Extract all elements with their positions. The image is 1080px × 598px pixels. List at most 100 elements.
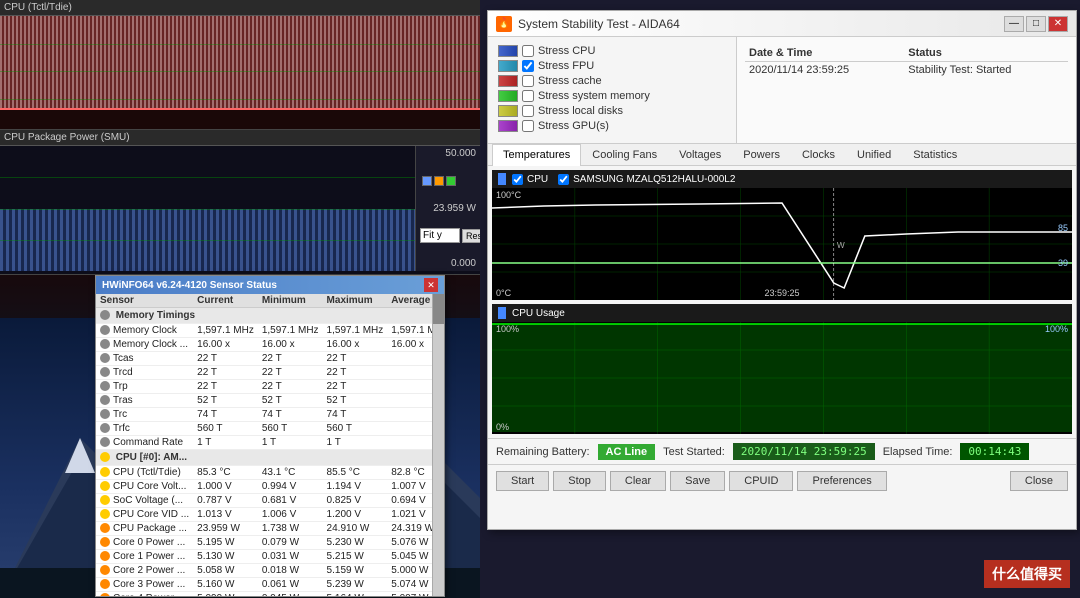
sensor-icon bbox=[100, 551, 110, 561]
tab-powers[interactable]: Powers bbox=[732, 144, 791, 165]
stress-cache-row[interactable]: Stress cache bbox=[498, 75, 726, 87]
cpuid-button[interactable]: CPUID bbox=[729, 471, 793, 491]
chart2-grid-svg bbox=[492, 322, 1072, 434]
sensor-min: 0.061 W bbox=[258, 578, 323, 592]
stop-button[interactable]: Stop bbox=[553, 471, 606, 491]
hwinfo-panel: HWiNFO64 v6.24-4120 Sensor Status ✕ Sens… bbox=[95, 275, 445, 597]
cpu-chart-checkbox[interactable] bbox=[512, 174, 523, 185]
close-window-button[interactable]: ✕ bbox=[1048, 16, 1068, 32]
samsung-chart-checkbox[interactable] bbox=[558, 174, 569, 185]
sensor-current: 16.00 x bbox=[193, 338, 258, 352]
sensor-max: 74 T bbox=[323, 408, 388, 422]
scroll-indicator[interactable] bbox=[432, 294, 444, 596]
stress-gpu-checkbox[interactable] bbox=[522, 120, 534, 132]
sensor-icon bbox=[100, 481, 110, 491]
sensor-min: 43.1 °C bbox=[258, 466, 323, 480]
cpu-section-header: CPU [#0]: AM... bbox=[96, 450, 444, 466]
stress-fpu-checkbox[interactable] bbox=[522, 60, 534, 72]
sensor-max: 16.00 x bbox=[323, 338, 388, 352]
sensor-min: 0.031 W bbox=[258, 550, 323, 564]
col-minimum: Minimum bbox=[258, 294, 323, 308]
tab-cooling-fans[interactable]: Cooling Fans bbox=[581, 144, 668, 165]
chart1-timestamp: 23:59:25 bbox=[764, 288, 799, 298]
info-status: Stability Test: Started bbox=[904, 62, 1068, 79]
stress-memory-row[interactable]: Stress system memory bbox=[498, 90, 726, 102]
chart1-body: W 100°C 0°C 23:59:25 85 39 bbox=[492, 188, 1072, 300]
chart2-value-top: 100% bbox=[1045, 324, 1068, 334]
tab-statistics[interactable]: Statistics bbox=[902, 144, 968, 165]
chart1-samsung-checkbox[interactable]: SAMSUNG MZALQ512HALU-000L2 bbox=[558, 174, 735, 185]
sensor-icon bbox=[100, 423, 110, 433]
color-sq-green bbox=[446, 176, 456, 186]
save-button[interactable]: Save bbox=[670, 471, 725, 491]
stress-cache-checkbox[interactable] bbox=[522, 75, 534, 87]
start-button[interactable]: Start bbox=[496, 471, 549, 491]
table-row: Memory Clock 1,597.1 MHz 1,597.1 MHz 1,5… bbox=[96, 324, 444, 338]
sensor-icon bbox=[100, 467, 110, 477]
tab-voltages[interactable]: Voltages bbox=[668, 144, 732, 165]
chart1-cpu-checkbox[interactable]: CPU bbox=[512, 174, 548, 185]
close-button[interactable]: Close bbox=[1010, 471, 1068, 491]
grid-h1 bbox=[0, 44, 480, 45]
tab-bar[interactable]: Temperatures Cooling Fans Voltages Power… bbox=[488, 144, 1076, 166]
sensor-current: 5.195 W bbox=[193, 536, 258, 550]
battery-label: Remaining Battery: bbox=[496, 446, 590, 458]
window-controls[interactable]: — □ ✕ bbox=[1004, 16, 1068, 32]
reset-button[interactable]: Reset bbox=[462, 229, 480, 243]
sensor-icon bbox=[100, 353, 110, 363]
fit-y-input[interactable] bbox=[420, 228, 460, 243]
color-sq-orange bbox=[434, 176, 444, 186]
sensor-name: Trcd bbox=[96, 366, 193, 380]
hwinfo-table-scroll[interactable]: Sensor Current Minimum Maximum Average M… bbox=[96, 294, 444, 596]
sensor-name: Trp bbox=[96, 380, 193, 394]
cpu-label: CPU bbox=[527, 174, 548, 185]
sensor-max: 0.825 V bbox=[323, 494, 388, 508]
power-graph-main bbox=[0, 146, 415, 271]
maximize-button[interactable]: □ bbox=[1026, 16, 1046, 32]
tab-temperatures[interactable]: Temperatures bbox=[492, 144, 581, 166]
sensor-icon bbox=[100, 409, 110, 419]
table-row: Trc 74 T 74 T 74 T bbox=[96, 408, 444, 422]
power-graph-title: CPU Package Power (SMU) bbox=[0, 130, 480, 146]
stress-disks-checkbox[interactable] bbox=[522, 105, 534, 117]
action-buttons-bar[interactable]: Start Stop Clear Save CPUID Preferences … bbox=[488, 464, 1076, 497]
preferences-button[interactable]: Preferences bbox=[797, 471, 886, 491]
stress-gpu-row[interactable]: Stress GPU(s) bbox=[498, 120, 726, 132]
stress-disks-label: Stress local disks bbox=[538, 105, 623, 117]
hwinfo-titlebar: HWiNFO64 v6.24-4120 Sensor Status ✕ bbox=[96, 276, 444, 294]
sensor-name: CPU Package ... bbox=[96, 522, 193, 536]
cpu-section-label: CPU [#0]: AM... bbox=[116, 452, 187, 463]
table-row: Core 0 Power ... 5.195 W 0.079 W 5.230 W… bbox=[96, 536, 444, 550]
power-input-row[interactable]: Reset bbox=[420, 228, 476, 243]
scroll-thumb[interactable] bbox=[433, 294, 444, 324]
hwinfo-close-button[interactable]: ✕ bbox=[424, 278, 438, 292]
aida64-window: 🔥 System Stability Test - AIDA64 — □ ✕ S… bbox=[487, 10, 1077, 530]
table-row: CPU Core Volt... 1.000 V 0.994 V 1.194 V… bbox=[96, 480, 444, 494]
tab-clocks[interactable]: Clocks bbox=[791, 144, 846, 165]
stress-cpu-row[interactable]: Stress CPU bbox=[498, 45, 726, 57]
stress-fpu-row[interactable]: Stress FPU bbox=[498, 60, 726, 72]
clear-button[interactable]: Clear bbox=[610, 471, 666, 491]
sensor-name: Tras bbox=[96, 394, 193, 408]
stress-cache-label: Stress cache bbox=[538, 75, 602, 87]
grid-h2 bbox=[0, 71, 480, 72]
stress-disks-row[interactable]: Stress local disks bbox=[498, 105, 726, 117]
elapsed-value: 00:14:43 bbox=[960, 443, 1029, 460]
sensor-current: 22 T bbox=[193, 380, 258, 394]
sensor-max: 24.910 W bbox=[323, 522, 388, 536]
stress-memory-checkbox[interactable] bbox=[522, 90, 534, 102]
tab-unified[interactable]: Unified bbox=[846, 144, 902, 165]
sensor-current: 0.787 V bbox=[193, 494, 258, 508]
sensor-current: 23.959 W bbox=[193, 522, 258, 536]
bottom-status-bar: Remaining Battery: AC Line Test Started:… bbox=[488, 438, 1076, 464]
sensor-max: 1.194 V bbox=[323, 480, 388, 494]
cpu-stress-icon bbox=[498, 45, 518, 57]
aida64-title-left: 🔥 System Stability Test - AIDA64 bbox=[496, 16, 680, 32]
sensor-min: 1.738 W bbox=[258, 522, 323, 536]
minimize-button[interactable]: — bbox=[1004, 16, 1024, 32]
sensor-icon bbox=[100, 523, 110, 533]
sensor-max: 22 T bbox=[323, 352, 388, 366]
table-row: Tcas 22 T 22 T 22 T bbox=[96, 352, 444, 366]
sensor-min: 0.681 V bbox=[258, 494, 323, 508]
stress-cpu-checkbox[interactable] bbox=[522, 45, 534, 57]
